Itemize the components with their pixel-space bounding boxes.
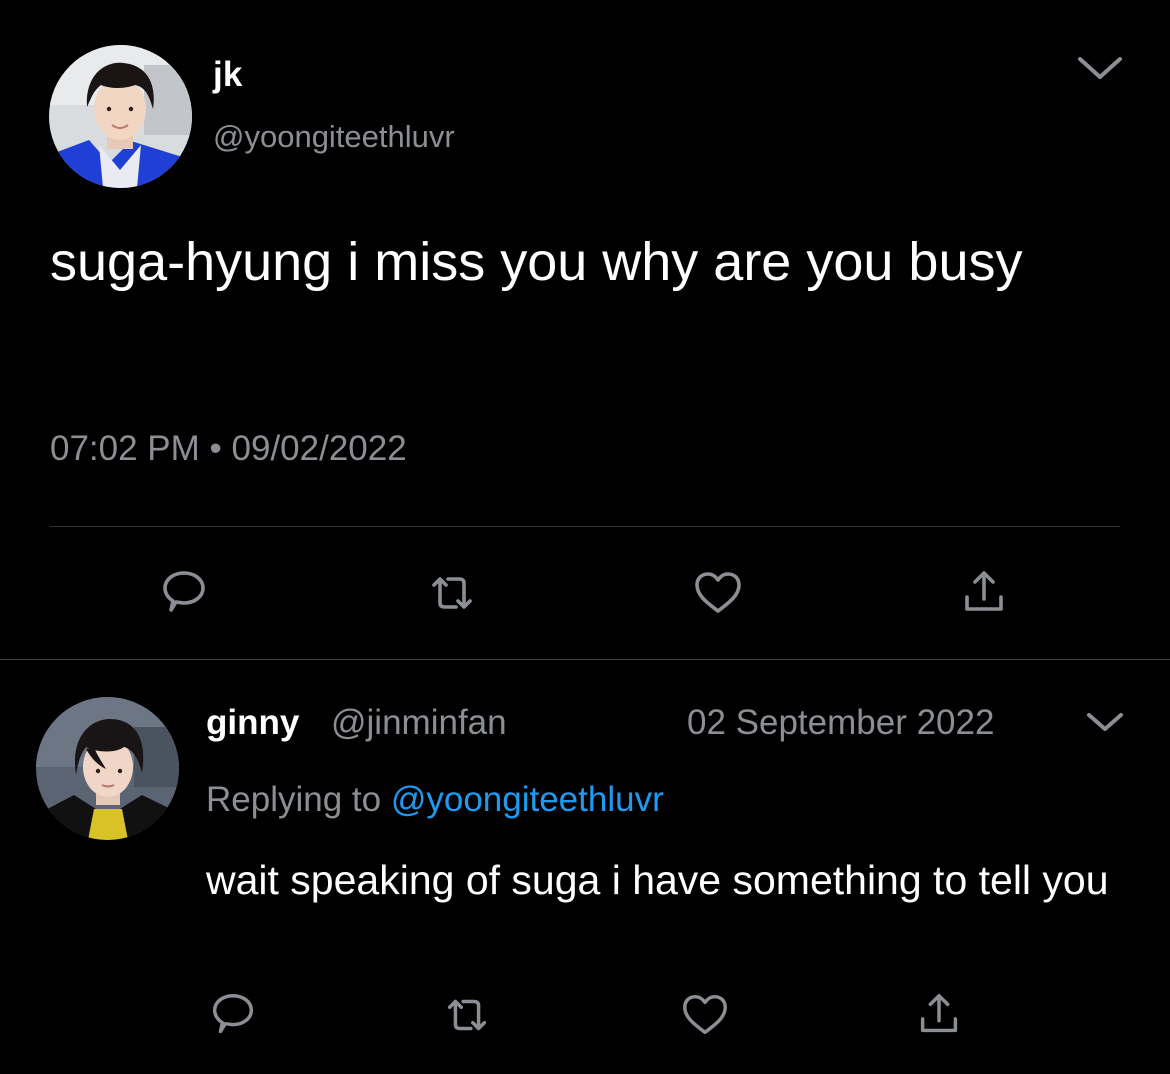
replying-to-label: Replying to (206, 780, 391, 819)
avatar[interactable] (49, 45, 192, 188)
share-icon[interactable] (912, 988, 966, 1042)
like-icon[interactable] (678, 988, 732, 1042)
tweet-text: wait speaking of suga i have something t… (206, 857, 1109, 903)
divider (50, 526, 1120, 527)
chevron-down-icon[interactable] (1084, 708, 1126, 736)
like-icon[interactable] (690, 565, 746, 621)
retweet-icon[interactable] (440, 988, 494, 1042)
profile-photo-icon (36, 697, 179, 840)
tweet-separator (0, 659, 1170, 660)
reply-icon[interactable] (206, 988, 260, 1042)
share-icon[interactable] (956, 565, 1012, 621)
user-handle[interactable]: @jinminfan (331, 703, 507, 743)
reply-icon[interactable] (156, 565, 212, 621)
user-handle[interactable]: @yoongiteethluvr (213, 119, 455, 155)
replying-to-line: Replying to @yoongiteethluvr (206, 780, 664, 820)
profile-photo-icon (49, 45, 192, 188)
display-name[interactable]: jk (213, 55, 243, 95)
tweet-timestamp[interactable]: 07:02 PM • 09/02/2022 (50, 429, 407, 469)
tweet-date[interactable]: 02 September 2022 (687, 703, 994, 743)
chevron-down-icon[interactable] (1075, 52, 1125, 84)
retweet-icon[interactable] (424, 565, 480, 621)
display-name[interactable]: ginny (206, 703, 299, 743)
avatar[interactable] (36, 697, 179, 840)
tweet-text: suga-hyung i miss you why are you busy (50, 232, 1023, 292)
mention-link[interactable]: @yoongiteethluvr (391, 780, 664, 819)
